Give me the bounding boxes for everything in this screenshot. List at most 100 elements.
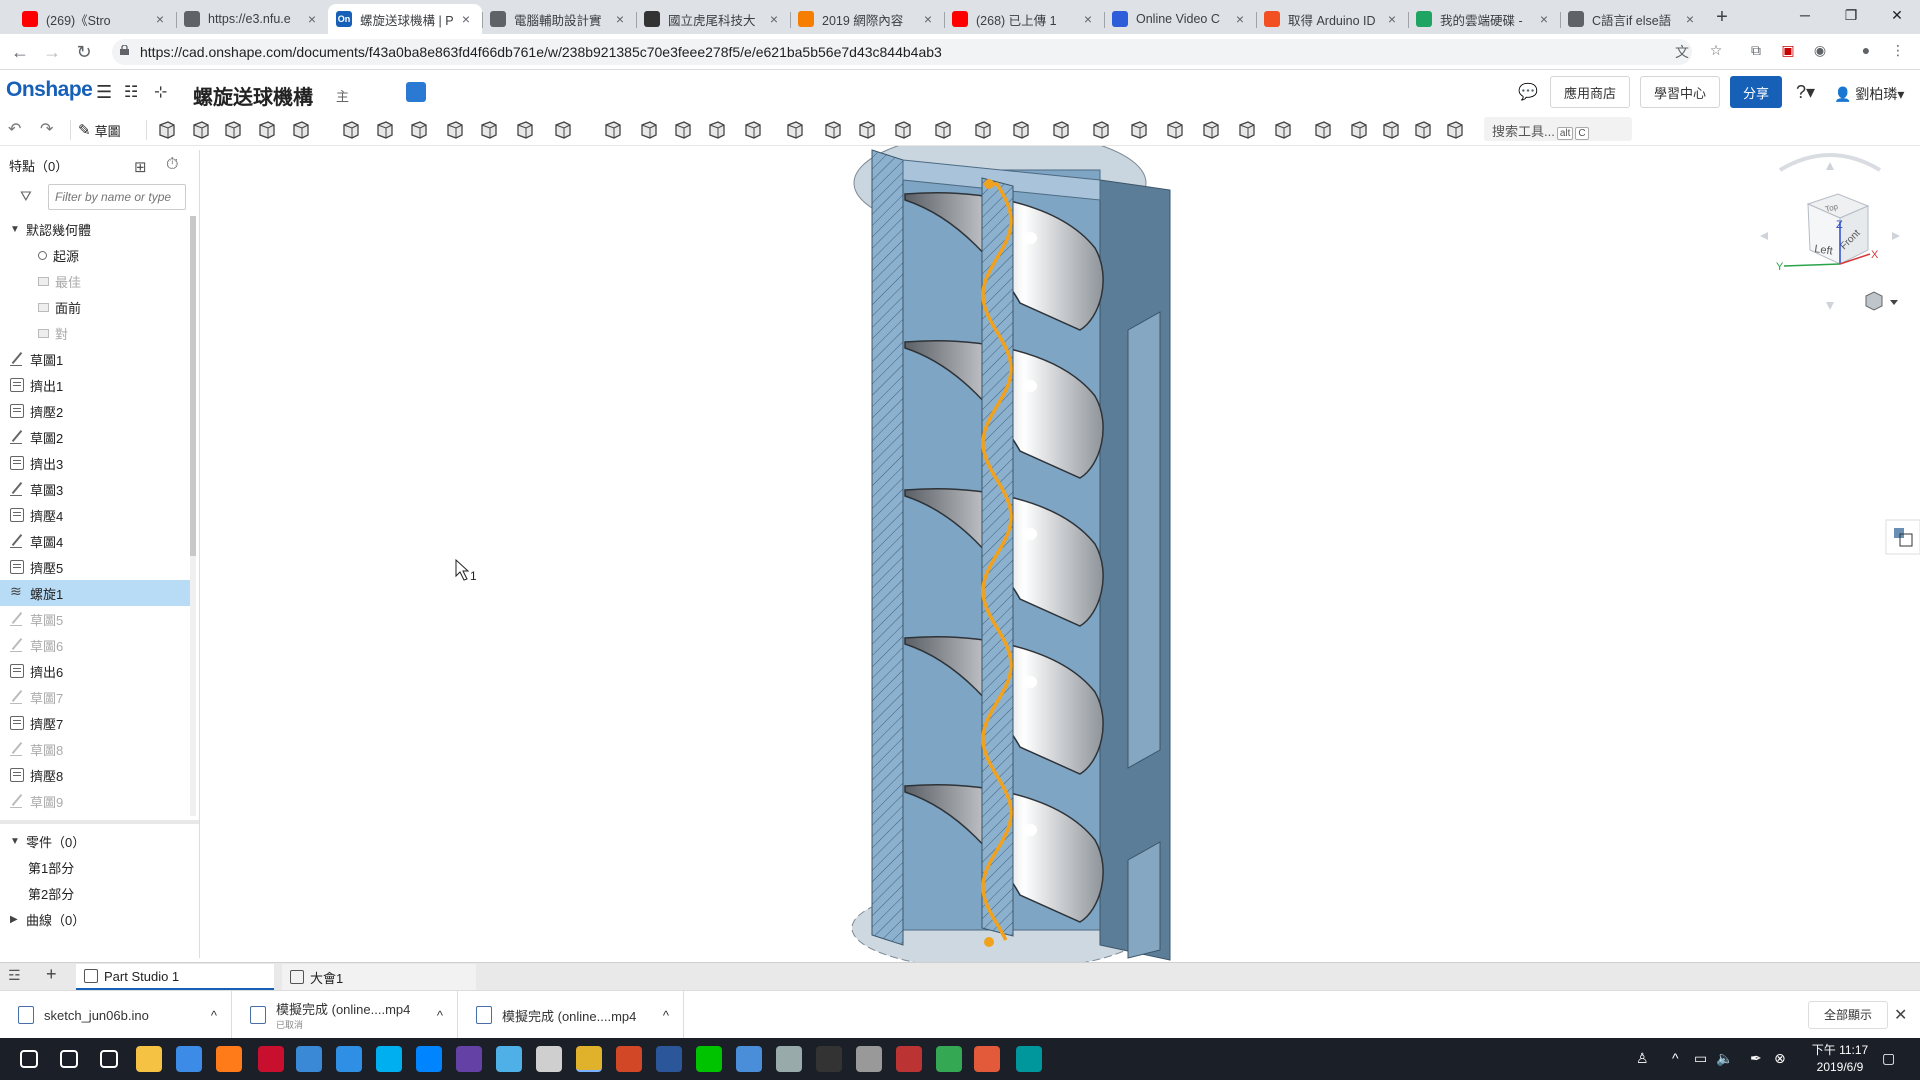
variable-icon[interactable] bbox=[1128, 119, 1150, 141]
form-icon[interactable] bbox=[1312, 119, 1334, 141]
app-grid-icon[interactable] bbox=[896, 1046, 922, 1072]
close-download-bar-icon[interactable]: ✕ bbox=[1894, 1005, 1907, 1025]
extension-icon[interactable]: ⧉ bbox=[1746, 42, 1766, 62]
feature-filter-input[interactable] bbox=[48, 184, 186, 210]
feature-item[interactable]: 擠壓8 bbox=[0, 762, 190, 788]
twitch-icon[interactable] bbox=[456, 1046, 482, 1072]
download-item[interactable]: sketch_jun06b.ino ^ bbox=[0, 991, 232, 1039]
feature-item[interactable]: 擠出1 bbox=[0, 372, 190, 398]
settings-icon[interactable] bbox=[536, 1046, 562, 1072]
hole-icon[interactable] bbox=[514, 119, 536, 141]
bookmark-star-icon[interactable]: ☆ bbox=[1706, 42, 1726, 62]
feature-item[interactable]: 草圖5 bbox=[0, 606, 190, 632]
skype-icon[interactable] bbox=[376, 1046, 402, 1072]
people-icon[interactable]: ♙ bbox=[1636, 1050, 1649, 1067]
translate-icon[interactable]: 文 bbox=[1672, 42, 1692, 62]
feature-item[interactable]: 草圖9 bbox=[0, 788, 190, 814]
show-all-downloads-button[interactable]: 全部顯示 bbox=[1808, 1001, 1888, 1029]
flange-icon[interactable] bbox=[1200, 119, 1222, 141]
feature-item[interactable]: 擠壓2 bbox=[0, 398, 190, 424]
sweep-icon[interactable] bbox=[222, 119, 244, 141]
relief-icon[interactable] bbox=[1412, 119, 1434, 141]
browser-tab[interactable]: 取得 Arduino ID × bbox=[1256, 4, 1408, 34]
add-element-icon[interactable]: + bbox=[46, 964, 57, 985]
browser-tab[interactable]: 2019 網際內容 × bbox=[790, 4, 944, 34]
tray-chevron-icon[interactable]: ^ bbox=[1672, 1050, 1679, 1066]
feature-item[interactable]: 草圖4 bbox=[0, 528, 190, 554]
mirror-icon[interactable] bbox=[602, 119, 624, 141]
feature-item[interactable]: 擠出3 bbox=[0, 450, 190, 476]
tab-close-icon[interactable]: × bbox=[1384, 11, 1400, 27]
shell-icon[interactable] bbox=[478, 119, 500, 141]
file-explorer-icon[interactable] bbox=[136, 1046, 162, 1072]
delete-part-icon[interactable] bbox=[742, 119, 764, 141]
firefox-icon[interactable] bbox=[216, 1046, 242, 1072]
feature-item[interactable]: 對 bbox=[0, 320, 190, 346]
download-item[interactable]: 模擬完成 (online....mp4 已取消 ^ bbox=[232, 991, 458, 1039]
restore-button[interactable]: ❐ bbox=[1828, 0, 1874, 30]
feature-item[interactable]: 草圖7 bbox=[0, 684, 190, 710]
ime-icon[interactable]: ⊗ bbox=[1774, 1050, 1786, 1067]
app-red-icon[interactable] bbox=[258, 1046, 284, 1072]
tab-close-icon[interactable]: × bbox=[920, 11, 936, 27]
offset-surface-icon[interactable] bbox=[892, 119, 914, 141]
store-icon[interactable] bbox=[176, 1046, 202, 1072]
tab-close-icon[interactable]: × bbox=[304, 11, 320, 27]
part-item-2[interactable]: 第2部分 bbox=[0, 880, 199, 906]
app-arrow-icon[interactable] bbox=[974, 1046, 1000, 1072]
browser-tab[interactable]: On 螺旋送球機構 | P × bbox=[328, 4, 482, 34]
document-title[interactable]: 螺旋送球機構 bbox=[193, 81, 313, 110]
tab-icon[interactable] bbox=[1236, 119, 1258, 141]
feature-list-scrollbar[interactable] bbox=[190, 216, 196, 816]
browser-tab[interactable]: https://e3.nfu.e × bbox=[176, 4, 328, 34]
new-tab-button[interactable]: + bbox=[1708, 6, 1736, 30]
part-item-1[interactable]: 第1部分 bbox=[0, 854, 199, 880]
move-face-icon[interactable] bbox=[822, 119, 844, 141]
default-geometry-group[interactable]: ▼ 默認幾何體 bbox=[0, 216, 190, 242]
helix-start-point[interactable] bbox=[984, 179, 994, 189]
menu-icon[interactable]: ☰ bbox=[96, 82, 112, 103]
feature-item[interactable]: 擠壓7 bbox=[0, 710, 190, 736]
redo-icon[interactable]: ↷ bbox=[40, 119, 62, 141]
browser-tab[interactable]: 電腦輔助設計實 × bbox=[482, 4, 636, 34]
word-icon[interactable] bbox=[656, 1046, 682, 1072]
bend-icon[interactable] bbox=[1272, 119, 1294, 141]
minimize-button[interactable]: ─ bbox=[1782, 0, 1828, 30]
modify-fillet-icon[interactable] bbox=[784, 119, 806, 141]
feature-item[interactable]: 最佳 bbox=[0, 268, 190, 294]
download-menu-chevron-icon[interactable]: ^ bbox=[663, 1008, 669, 1023]
revolve-icon[interactable] bbox=[190, 119, 212, 141]
sketch-button[interactable]: ✎ 草圖 bbox=[78, 119, 132, 141]
tab-close-icon[interactable]: × bbox=[1536, 11, 1552, 27]
tab-close-icon[interactable]: × bbox=[766, 11, 782, 27]
volume-icon[interactable]: 🔈 bbox=[1716, 1050, 1733, 1067]
helix-icon[interactable] bbox=[1010, 119, 1032, 141]
browser-tab[interactable]: (268) 已上傳 1 × bbox=[944, 4, 1104, 34]
tab-close-icon[interactable]: × bbox=[152, 11, 168, 27]
tab-assembly-1[interactable]: 大會1 bbox=[282, 964, 476, 990]
browser-tab[interactable]: 國立虎尾科技大 × bbox=[636, 4, 790, 34]
terminal-icon[interactable] bbox=[816, 1046, 842, 1072]
reload-icon[interactable]: ↻ bbox=[72, 40, 96, 64]
add-folder-icon[interactable]: ⊞ bbox=[134, 158, 147, 176]
graphics-canvas[interactable]: 1 Left Front Top Z X Y bbox=[200, 146, 1920, 962]
system-clock[interactable]: 下午 11:17 2019/6/9 bbox=[1800, 1042, 1880, 1076]
close-window-button[interactable]: ✕ bbox=[1874, 0, 1920, 30]
helix-end-point[interactable] bbox=[984, 937, 994, 947]
split-icon[interactable] bbox=[672, 119, 694, 141]
browser-tab[interactable]: C語言if else語 × bbox=[1560, 4, 1706, 34]
tab-part-studio-1[interactable]: Part Studio 1 bbox=[76, 964, 274, 990]
app-gear-icon[interactable] bbox=[776, 1046, 802, 1072]
feature-item[interactable]: 擠出6 bbox=[0, 658, 190, 684]
feature-item[interactable]: 螺旋1 bbox=[0, 580, 190, 606]
feature-item[interactable]: 擠壓4 bbox=[0, 502, 190, 528]
tab-close-icon[interactable]: × bbox=[1080, 11, 1096, 27]
tab-close-icon[interactable]: × bbox=[458, 11, 474, 27]
tab-close-icon[interactable]: × bbox=[1232, 11, 1248, 27]
replace-face-icon[interactable] bbox=[856, 119, 878, 141]
edge-icon[interactable] bbox=[336, 1046, 362, 1072]
pdf-extension-icon[interactable]: ▣ bbox=[1778, 42, 1798, 62]
messenger-icon[interactable] bbox=[416, 1046, 442, 1072]
chamfer-icon[interactable] bbox=[374, 119, 396, 141]
download-menu-chevron-icon[interactable]: ^ bbox=[211, 1008, 217, 1023]
